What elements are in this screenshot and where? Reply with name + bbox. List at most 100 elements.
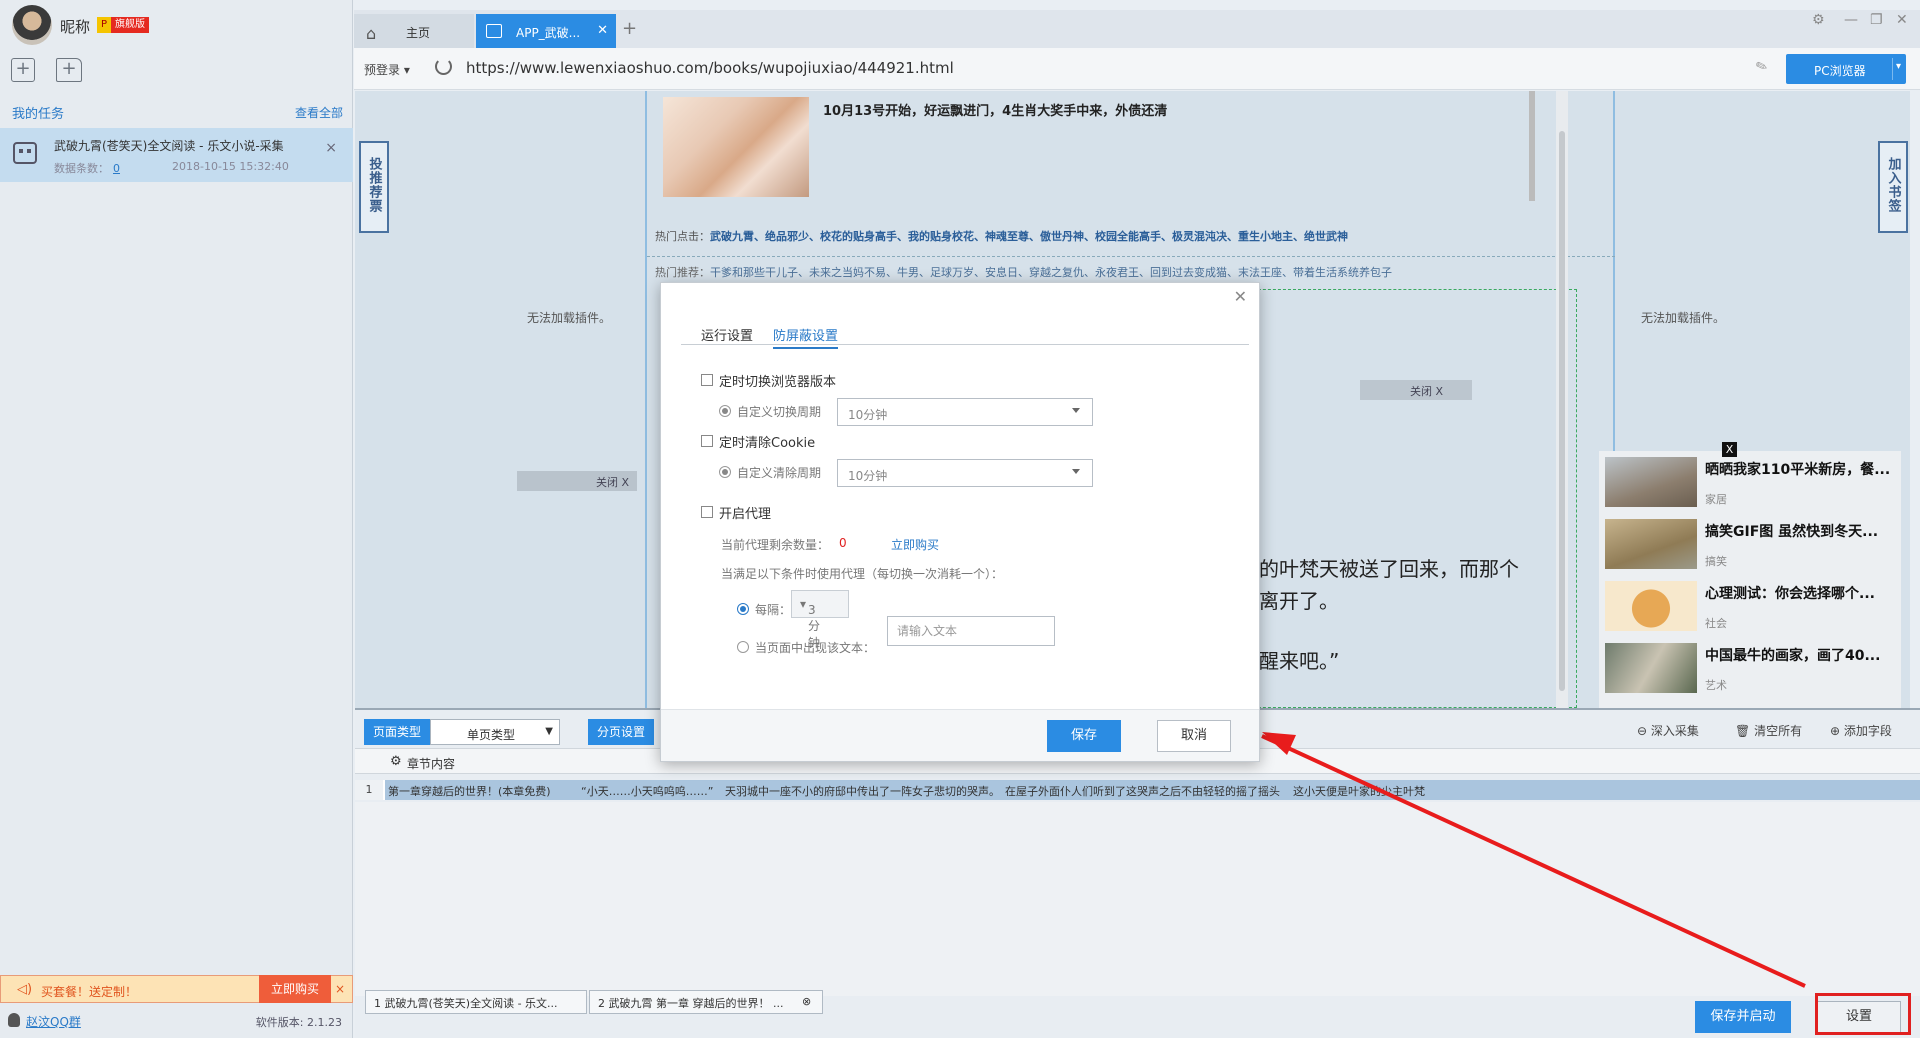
cancel-button[interactable]: 取消 xyxy=(1157,720,1231,752)
ad-item[interactable]: 搞笑GIF图 虽然快到冬天... 搞笑 xyxy=(1605,515,1901,571)
news-scrollbar[interactable] xyxy=(1529,91,1535,201)
buy-now-link[interactable]: 立即购买 xyxy=(891,536,939,553)
vip-edition-label: 旗舰版 xyxy=(111,17,149,33)
recommend-ticket-button[interactable]: 投推荐票 xyxy=(359,141,389,233)
gear-icon[interactable]: ⚙ xyxy=(390,754,402,769)
bottom-tab[interactable]: 2 武破九霄 第一章 穿越后的世界！ ... ⊗ xyxy=(589,990,823,1014)
story-text-line: 的叶梵天被送了回来，而那个 xyxy=(1259,557,1519,581)
column-header-chapter[interactable]: 章节内容 xyxy=(407,755,455,772)
tab-close-icon[interactable]: ✕ xyxy=(597,23,608,38)
clear-cookie-checkbox[interactable] xyxy=(701,435,713,447)
hot-clicks-links[interactable]: 武破九霄、绝品邪少、校花的贴身高手、我的贴身校花、神魂至尊、傲世丹神、校园全能高… xyxy=(710,230,1348,243)
ad-title: 中国最牛的画家，画了40... xyxy=(1705,648,1881,664)
add-bookmark-button[interactable]: 加入书签 xyxy=(1878,141,1908,233)
table-row[interactable]: 1 第一章穿越后的世界！(本章免费) “小天……小天呜呜呜……” 天羽城中一座不… xyxy=(355,780,1920,800)
scrollbar-thumb[interactable] xyxy=(1559,131,1565,691)
url-input[interactable]: https://www.lewenxiaoshuo.com/books/wupo… xyxy=(466,59,954,77)
close-ad-right[interactable]: 关闭 X xyxy=(1360,380,1472,400)
minimize-icon[interactable]: — xyxy=(1844,12,1858,28)
table-cell[interactable]: 天羽城中一座不小的府邸中传出了一阵女子悲切的哭声。 xyxy=(725,783,1000,799)
task-list-item[interactable]: 武破九霄(苍笑天)全文阅读 - 乐文小说-采集 数据条数： 0 2018-10-1… xyxy=(0,128,353,182)
table-cell[interactable]: 这小天便是叶家的少主叶梵 xyxy=(1293,783,1425,799)
close-icon[interactable]: ⊗ xyxy=(802,995,811,1008)
save-and-start-button[interactable]: 保存并启动 xyxy=(1695,1001,1791,1033)
close-ad-right-label: 关闭 X xyxy=(1410,385,1444,398)
hot-rec-links[interactable]: 干爹和那些干儿子、未来之当妈不易、牛男、足球万岁、安息日、穿越之复仇、永夜君王、… xyxy=(710,266,1392,279)
add-tab-icon[interactable]: + xyxy=(622,18,637,39)
hot-clicks-label: 热门点击： xyxy=(655,230,710,243)
window-close-icon[interactable]: ✕ xyxy=(1896,12,1908,28)
restore-icon[interactable]: ❐ xyxy=(1870,12,1883,28)
bottom-tab[interactable]: 1 武破九霄(苍笑天)全文阅读 - 乐文... xyxy=(365,990,587,1014)
settings-gear-icon[interactable]: ⚙ xyxy=(1812,12,1825,28)
table-cell[interactable]: 第一章穿越后的世界！(本章免费) xyxy=(388,783,551,799)
grid-empty-area xyxy=(355,802,1920,996)
every-interval-select[interactable]: 3分钟 ▾ xyxy=(791,590,849,650)
ad-close-icon[interactable]: X xyxy=(1722,442,1737,457)
qq-group-link[interactable]: 赵汶QQ群 xyxy=(26,1013,81,1030)
tab-home[interactable]: ⌂ 主页 xyxy=(354,14,474,48)
clear-period-select[interactable]: 10分钟 xyxy=(837,459,1093,487)
my-tasks-header: 我的任务 查看全部 xyxy=(0,100,353,122)
switch-period-select[interactable]: 10分钟 xyxy=(837,398,1093,426)
enable-proxy-checkbox[interactable] xyxy=(701,506,713,518)
remaining-proxy-count: 0 xyxy=(839,536,847,550)
edit-icon[interactable]: ✎ xyxy=(1754,57,1770,76)
promo-buy-button[interactable]: 立即购买 xyxy=(259,975,331,1003)
new-folder-icon[interactable]: + xyxy=(56,58,82,82)
my-tasks-title: 我的任务 xyxy=(12,107,65,122)
robot-icon xyxy=(13,142,37,164)
close-ad-left-label: 关闭 X xyxy=(595,476,629,489)
news-title[interactable]: 10月13号开始，好运飘进门，4生肖大奖手中来，外债还清 xyxy=(823,100,1167,119)
page-type-value: 单页类型 xyxy=(467,728,516,742)
clear-all-button[interactable]: 🗑 清空所有 xyxy=(1735,722,1802,739)
paging-settings-button[interactable]: 分页设置 xyxy=(588,719,654,745)
tab-run-settings[interactable]: 运行设置 xyxy=(701,325,753,344)
switch-browser-label: 定时切换浏览器版本 xyxy=(719,375,837,390)
story-text-line: 醒来吧。” xyxy=(1259,649,1340,673)
enable-proxy-label: 开启代理 xyxy=(719,507,772,522)
table-cell[interactable]: 在屋子外面仆人们听到了这哭声之后不由轻轻的摇了摇头 xyxy=(1005,783,1280,799)
close-icon[interactable]: ✕ xyxy=(1234,287,1247,306)
reload-icon[interactable] xyxy=(435,58,452,75)
custom-switch-radio[interactable] xyxy=(719,405,731,417)
close-icon[interactable]: × xyxy=(325,140,337,156)
when-text-radio[interactable] xyxy=(737,641,749,653)
trigger-text-input[interactable]: 请输入文本 xyxy=(887,616,1055,646)
ad-category: 家居 xyxy=(1705,493,1727,506)
data-count-value[interactable]: 0 xyxy=(113,162,120,175)
ad-thumbnail xyxy=(1605,581,1697,631)
ad-item[interactable]: 心理测试：你会选择哪个... 社会 xyxy=(1605,577,1901,633)
ad-thumbnail xyxy=(1605,643,1697,693)
clear-period-value: 10分钟 xyxy=(848,469,888,483)
add-field-button[interactable]: ⊕ 添加字段 xyxy=(1830,722,1892,739)
chevron-down-icon: ▼ xyxy=(545,726,553,737)
row-cells: 第一章穿越后的世界！(本章免费) “小天……小天呜呜呜……” 天羽城中一座不小的… xyxy=(385,780,1920,800)
avatar[interactable] xyxy=(12,5,52,45)
pre-login-dropdown[interactable]: 预登录 ▾ xyxy=(364,61,410,78)
page-scrollbar[interactable] xyxy=(1556,91,1568,708)
switch-browser-checkbox[interactable] xyxy=(701,374,713,386)
pc-browser-button[interactable]: PC浏览器 ▾ xyxy=(1786,54,1906,84)
view-all-link[interactable]: 查看全部 xyxy=(295,104,343,121)
ad-item[interactable]: 中国最牛的画家，画了40... 艺术 xyxy=(1605,639,1901,695)
tab-app[interactable]: APP_武破... ✕ xyxy=(476,14,616,48)
nickname[interactable]: 昵称 xyxy=(60,16,90,37)
every-interval-radio[interactable] xyxy=(737,603,749,615)
table-cell[interactable]: “小天……小天呜呜呜……” xyxy=(581,783,713,799)
page-type-select[interactable]: 单页类型 ▼ xyxy=(430,719,560,745)
hot-recommend: 热门推荐：干爹和那些干儿子、未来之当妈不易、牛男、足球万岁、安息日、穿越之复仇、… xyxy=(655,264,1392,280)
promo-close-button[interactable]: × xyxy=(335,982,345,996)
close-ad-left[interactable]: 关闭 X xyxy=(517,471,637,491)
news-image[interactable] xyxy=(663,97,809,197)
custom-clear-radio[interactable] xyxy=(719,466,731,478)
save-button[interactable]: 保存 xyxy=(1047,720,1121,752)
settings-button[interactable]: 设置 xyxy=(1817,1001,1901,1033)
tab-anti-block-settings[interactable]: 防屏蔽设置 xyxy=(773,325,839,349)
ad-item[interactable]: 晒晒我家110平米新房，餐... 家居 xyxy=(1605,453,1901,509)
divider xyxy=(1892,58,1893,80)
chevron-down-icon[interactable]: ▾ xyxy=(1896,61,1901,72)
task-title: 武破九霄(苍笑天)全文阅读 - 乐文小说-采集 xyxy=(54,139,284,153)
new-task-icon[interactable]: + xyxy=(11,58,35,82)
deep-collect-button[interactable]: ⊖ 深入采集 xyxy=(1637,722,1699,739)
